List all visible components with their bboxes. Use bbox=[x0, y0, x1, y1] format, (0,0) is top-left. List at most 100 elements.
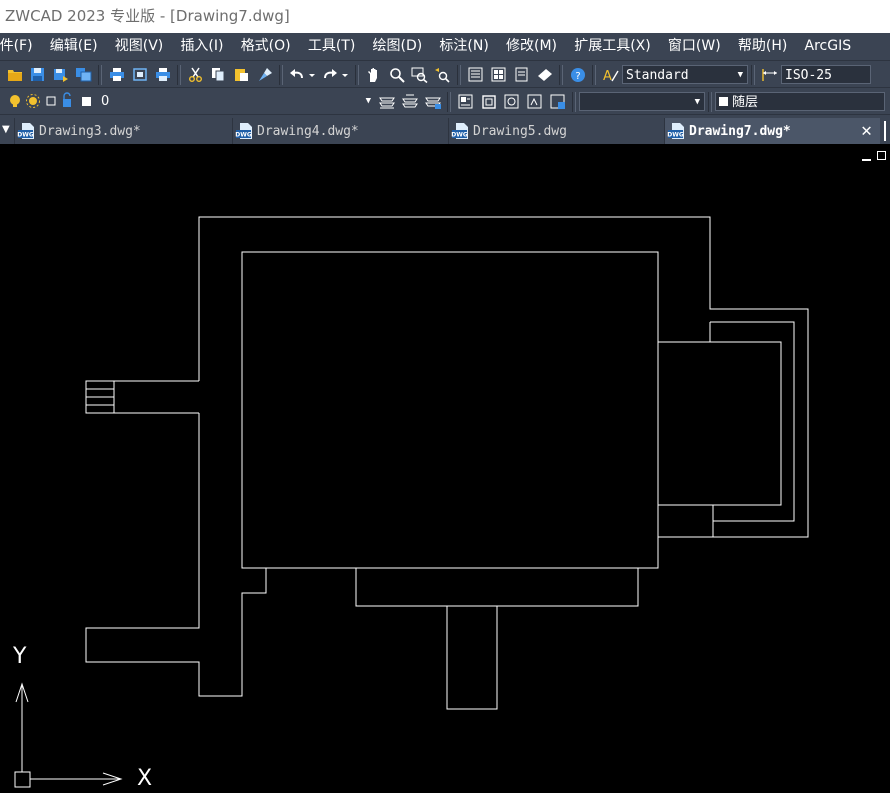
toolbar-separator bbox=[177, 64, 181, 85]
svg-text:DWG: DWG bbox=[667, 132, 684, 139]
zoom-window-icon[interactable] bbox=[410, 65, 430, 85]
dwg-file-icon: DWG bbox=[667, 123, 684, 139]
markup-icon[interactable] bbox=[535, 65, 555, 85]
ucs-y-label: Y bbox=[13, 644, 27, 669]
menu-view[interactable]: 视图(V) bbox=[106, 33, 172, 60]
ucs-x-label: X bbox=[137, 766, 153, 791]
color-select[interactable]: 随层 bbox=[715, 92, 885, 111]
dim-style-select[interactable]: ISO-25 bbox=[781, 65, 871, 84]
block-icon[interactable] bbox=[479, 92, 499, 112]
layer-name: 0 bbox=[101, 94, 110, 109]
menu-window[interactable]: 窗口(W) bbox=[659, 33, 729, 60]
menu-arcgis[interactable]: ArcGIS bbox=[796, 33, 860, 60]
save-as-icon[interactable] bbox=[51, 65, 71, 85]
svg-text:DWG: DWG bbox=[451, 132, 468, 139]
dwg-file-icon: DWG bbox=[235, 123, 252, 139]
tab-drawing3[interactable]: DWG Drawing3.dwg* bbox=[14, 118, 232, 144]
chevron-down-icon: ▼ bbox=[737, 70, 743, 80]
design-center-icon[interactable] bbox=[489, 65, 509, 85]
menu-insert[interactable]: 插入(I) bbox=[172, 33, 232, 60]
svg-text:?: ? bbox=[575, 71, 580, 82]
properties-icon[interactable] bbox=[466, 65, 486, 85]
ucs-icon bbox=[14, 682, 123, 788]
toolbar-separator bbox=[98, 64, 102, 85]
layer-manager-icon[interactable] bbox=[377, 92, 397, 112]
layer-select[interactable]: 0 ▼ bbox=[5, 92, 375, 111]
toolbar-separator bbox=[559, 64, 563, 85]
right-wing-inner bbox=[657, 341, 782, 506]
text-style-icon: A bbox=[601, 65, 621, 85]
toolbar-separator bbox=[447, 91, 451, 112]
open-icon[interactable] bbox=[5, 65, 25, 85]
save-icon[interactable] bbox=[28, 65, 48, 85]
print-preview-icon[interactable] bbox=[130, 65, 150, 85]
left-lower-wall bbox=[85, 413, 267, 697]
menu-draw[interactable]: 绘图(D) bbox=[364, 33, 431, 60]
pan-icon[interactable] bbox=[364, 65, 384, 85]
minimize-icon[interactable] bbox=[862, 151, 871, 161]
print-icon[interactable] bbox=[107, 65, 127, 85]
right-wing-outer bbox=[709, 252, 809, 538]
help-icon[interactable]: ? bbox=[568, 65, 588, 85]
chevron-down-icon: ▼ bbox=[694, 97, 700, 107]
document-tabs: ▼ DWG Drawing3.dwg* DWG Drawing4.dwg* DW… bbox=[0, 114, 890, 144]
plot-icon[interactable] bbox=[153, 65, 173, 85]
layers-toolbar: 0 ▼ ▼ 随层 bbox=[0, 87, 890, 115]
layer-state-icon[interactable] bbox=[423, 92, 443, 112]
insert-block-icon[interactable] bbox=[502, 92, 522, 112]
toolbar-separator bbox=[279, 64, 283, 85]
viewport-window-controls bbox=[862, 151, 886, 161]
text-style-select[interactable]: Standard ▼ bbox=[622, 65, 748, 84]
drawing-geometry bbox=[14, 216, 809, 788]
menu-modify[interactable]: 修改(M) bbox=[497, 33, 565, 60]
dwg-file-icon: DWG bbox=[451, 123, 468, 139]
menu-extensions[interactable]: 扩展工具(X) bbox=[566, 33, 660, 60]
menu-help[interactable]: 帮助(H) bbox=[729, 33, 796, 60]
zoom-previous-icon[interactable] bbox=[433, 65, 453, 85]
paste-icon[interactable] bbox=[232, 65, 252, 85]
dwg-file-icon: DWG bbox=[17, 123, 34, 139]
toolbar-separator bbox=[572, 91, 576, 112]
tabs-scroll-left-icon[interactable]: ▼ bbox=[2, 124, 10, 135]
image-reference-icon[interactable] bbox=[548, 92, 568, 112]
zoom-realtime-icon[interactable] bbox=[387, 65, 407, 85]
tool-palette-icon[interactable] bbox=[512, 65, 532, 85]
menu-tools[interactable]: 工具(T) bbox=[299, 33, 364, 60]
outer-wall-outline bbox=[198, 216, 711, 381]
match-properties-icon[interactable] bbox=[255, 65, 275, 85]
bottom-annex bbox=[355, 568, 639, 607]
menu-edit[interactable]: 编辑(E) bbox=[41, 33, 106, 60]
undo-icon[interactable] bbox=[288, 65, 318, 85]
publish-icon[interactable] bbox=[74, 65, 94, 85]
color-swatch bbox=[719, 97, 728, 106]
toolbar-separator bbox=[592, 64, 596, 85]
close-icon[interactable]: ✕ bbox=[861, 120, 872, 141]
drawing-canvas[interactable]: Y X bbox=[0, 143, 890, 793]
menu-file[interactable]: 件(F) bbox=[0, 33, 41, 60]
object-properties-icon[interactable] bbox=[456, 92, 476, 112]
main-room bbox=[241, 251, 659, 569]
copy-icon[interactable] bbox=[209, 65, 229, 85]
menu-format[interactable]: 格式(O) bbox=[232, 33, 299, 60]
chevron-down-icon: ▼ bbox=[365, 96, 371, 106]
standard-toolbar: ? A Standard ▼ ISO-25 bbox=[0, 60, 890, 88]
restore-icon[interactable] bbox=[877, 151, 886, 160]
toolbar-separator bbox=[457, 64, 461, 85]
toolbar-separator bbox=[751, 64, 755, 85]
bottom-corridor bbox=[446, 605, 498, 710]
linetype-select[interactable]: ▼ bbox=[579, 92, 705, 111]
tab-drawing7[interactable]: DWG Drawing7.dwg* ✕ bbox=[664, 118, 880, 144]
tab-drawing5[interactable]: DWG Drawing5.dwg bbox=[448, 118, 664, 144]
menu-dimension[interactable]: 标注(N) bbox=[431, 33, 498, 60]
window-title: ZWCAD 2023 专业版 - [Drawing7.dwg] bbox=[0, 0, 890, 33]
svg-text:DWG: DWG bbox=[235, 132, 252, 139]
redo-icon[interactable] bbox=[321, 65, 351, 85]
menu-bar: 件(F) 编辑(E) 视图(V) 插入(I) 格式(O) 工具(T) 绘图(D)… bbox=[0, 33, 890, 60]
cut-icon[interactable] bbox=[186, 65, 206, 85]
external-reference-icon[interactable] bbox=[525, 92, 545, 112]
toolbar-separator bbox=[355, 64, 359, 85]
tab-divider bbox=[884, 121, 886, 141]
tab-drawing4[interactable]: DWG Drawing4.dwg* bbox=[232, 118, 448, 144]
dim-style-icon bbox=[760, 65, 780, 85]
layer-previous-icon[interactable] bbox=[400, 92, 420, 112]
